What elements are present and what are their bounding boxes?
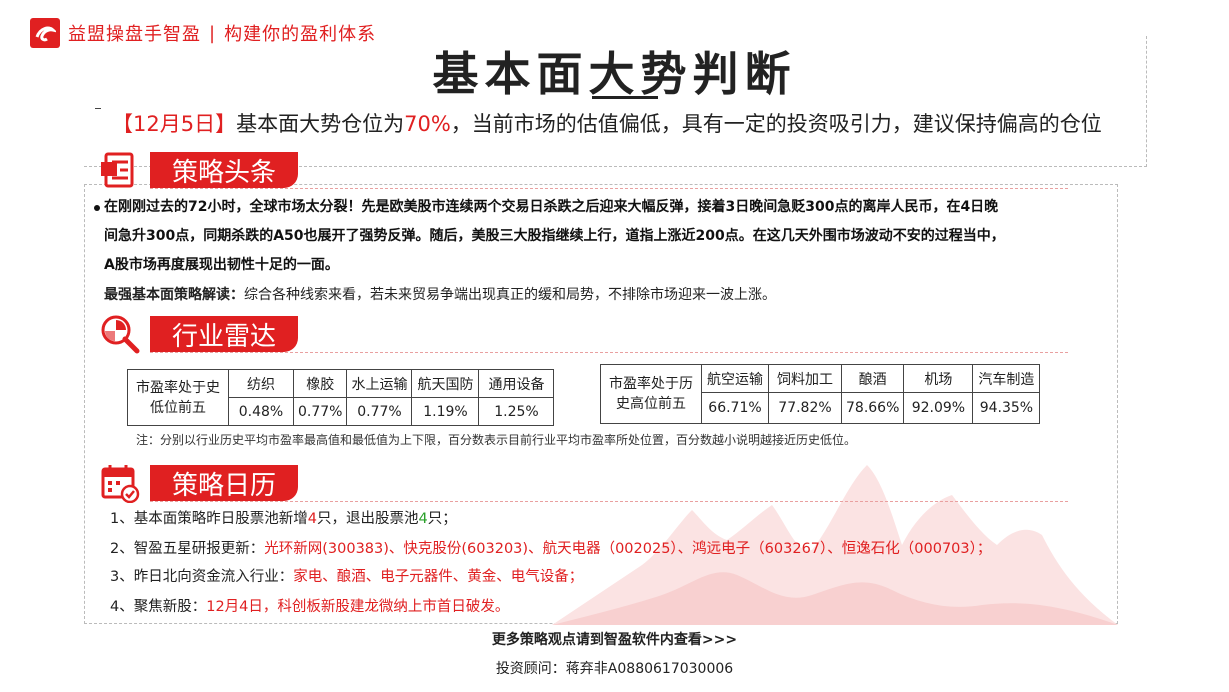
- high-pe-table: 市盈率处于历 史高位前五 航空运输 饲料加工 酿酒 机场 汽车制造 66.71% …: [600, 364, 1041, 424]
- low-value-3: 1.19%: [411, 397, 480, 426]
- advisor-info: 投资顾问：蒋弃非A0880617030006: [495, 661, 734, 677]
- magnifier-chart-icon: [101, 315, 140, 354]
- summary-percent: 70%: [404, 112, 451, 136]
- document-icon: [101, 152, 134, 188]
- calendar-item-3: 3、昨日北向资金流入行业：家电、酿酒、电子元器件、黄金、电气设备；: [110, 569, 584, 585]
- low-industry-0: 纺织: [228, 369, 294, 398]
- high-industry-2: 酿酒: [840, 364, 905, 393]
- low-industry-1: 橡胶: [292, 369, 348, 398]
- high-industry-3: 机场: [903, 364, 974, 393]
- low-pe-label: 市盈率处于史 低位前五: [127, 369, 229, 426]
- interpret-text: 综合各种线索来看，若未来贸易争端出现真正的缓和局势，不排除市场迎来一波上涨。: [244, 287, 776, 303]
- section-tab-strategy-headline: 策略头条: [150, 152, 299, 188]
- summary-text1: 基本面大势仓位为: [236, 112, 405, 136]
- summary-text2: ，当前市场的估值偏低，具有一定的投资吸引力，建议保持偏高的仓位: [450, 112, 1102, 136]
- low-value-0: 0.48%: [228, 397, 294, 426]
- headline-bullet: [94, 205, 100, 211]
- low-pe-table: 市盈率处于史 低位前五 纺织 橡胶 水上运输 航天国防 通用设备 0.48% 0.…: [127, 369, 555, 426]
- low-industry-4: 通用设备: [478, 369, 555, 398]
- high-value-4: 94.35%: [972, 392, 1041, 424]
- more-link[interactable]: 更多策略观点请到智盈软件内查看>>>: [0, 629, 1229, 649]
- low-industry-2: 水上运输: [346, 369, 413, 398]
- section-tab-strategy-calendar: 策略日历: [150, 465, 299, 501]
- section-divider: [150, 188, 1068, 189]
- headline-line-2: 间急升300点，同期杀跌的A50也展开了强势反弹。随后，美股三大股指继续上行，道…: [104, 228, 1005, 244]
- headline-line-3: A股市场再度展现出韧性十足的一面。: [104, 257, 339, 273]
- high-industry-0: 航空运输: [701, 364, 769, 393]
- low-value-4: 1.25%: [478, 397, 555, 426]
- title-underline: [592, 96, 658, 99]
- page-title: 基本面大势判断: [432, 47, 797, 101]
- high-value-2: 78.66%: [840, 392, 905, 424]
- low-value-2: 0.77%: [346, 397, 413, 426]
- calendar-item-2: 2、智盈五星研报更新：光环新网(300383)、快克股份(603203)、航天电…: [110, 541, 992, 557]
- low-value-1: 0.77%: [292, 397, 348, 426]
- calendar-item-1: 1、基本面策略昨日股票池新增4只，退出股票池4只；: [110, 511, 457, 527]
- small-dash: [95, 108, 101, 109]
- low-industry-3: 航天国防: [411, 369, 480, 398]
- high-industry-4: 汽车制造: [972, 364, 1041, 393]
- summary-date: 【12月5日】: [112, 112, 237, 136]
- section-tab-industry-radar: 行业雷达: [150, 316, 299, 352]
- section-divider: [150, 352, 1068, 353]
- headline-line-1: 在刚刚过去的72小时，全球市场太分裂！先是欧美股市连续两个交易日杀跌之后迎来大幅…: [104, 199, 999, 215]
- high-value-0: 66.71%: [701, 392, 769, 424]
- interpret-label: 最强基本面策略解读：: [104, 287, 244, 303]
- summary-line: 【12月5日】基本面大势仓位为70%，当前市场的估值偏低，具有一定的投资吸引力，…: [112, 108, 1102, 138]
- high-value-1: 77.82%: [768, 392, 842, 424]
- headline-interpretation: 最强基本面策略解读：综合各种线索来看，若未来贸易争端出现真正的缓和局势，不排除市…: [104, 284, 776, 306]
- high-industry-1: 饲料加工: [768, 364, 842, 393]
- calendar-icon: [101, 465, 140, 503]
- high-value-3: 92.09%: [903, 392, 974, 424]
- radar-note: 注：分别以行业历史平均市盈率最高值和最低值为上下限，百分数表示目前行业平均市盈率…: [136, 433, 857, 447]
- section-divider: [150, 501, 1068, 502]
- high-pe-label: 市盈率处于历 史高位前五: [600, 364, 702, 424]
- calendar-item-4: 4、聚焦新股：12月4日，科创板新股建龙微纳上市首日破发。: [110, 599, 510, 615]
